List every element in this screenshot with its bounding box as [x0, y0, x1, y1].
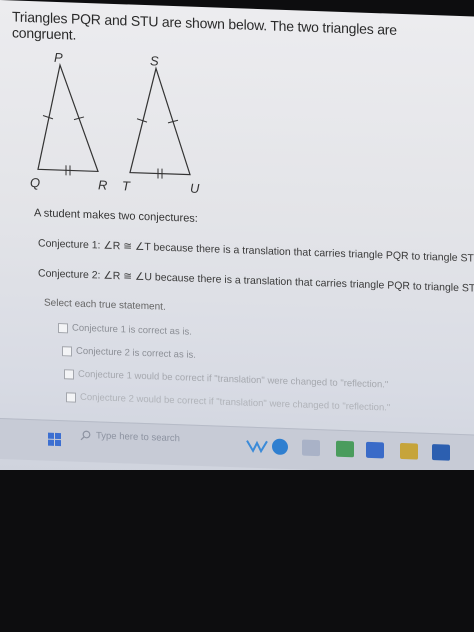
- widgets-icon[interactable]: [246, 438, 268, 455]
- tick-pq: [42, 115, 54, 120]
- mail-icon[interactable]: [366, 441, 384, 459]
- label-q: Q: [30, 175, 40, 190]
- search-placeholder: Type here to search: [96, 430, 180, 445]
- checkbox[interactable]: [62, 345, 72, 357]
- triangles-figure: P Q R S T U: [30, 50, 200, 196]
- triangle-pqr: [37, 62, 99, 173]
- app-icon[interactable]: [432, 444, 450, 461]
- conjecture-2: Conjecture 2: ∠R ≅ ∠U because there is a…: [38, 267, 474, 295]
- screen: Triangles PQR and STU are shown below. T…: [0, 0, 474, 487]
- label-s: S: [150, 53, 159, 68]
- option-label: Conjecture 1 is correct as is.: [72, 322, 192, 338]
- search-icon: [80, 430, 91, 441]
- checkbox[interactable]: [64, 368, 74, 380]
- option-label: Conjecture 1 would be correct if "transl…: [78, 368, 389, 391]
- option-label: Conjecture 2 is correct as is.: [76, 345, 196, 361]
- tick-st: [136, 118, 148, 123]
- taskbar: Type here to search: [0, 418, 474, 476]
- option-3[interactable]: Conjecture 1 would be correct if "transl…: [64, 368, 389, 391]
- select-label: Select each true statement.: [44, 297, 166, 313]
- store-icon[interactable]: [400, 442, 418, 460]
- option-4[interactable]: Conjecture 2 would be correct if "transl…: [66, 391, 391, 414]
- prompt-text: A student makes two conjectures:: [34, 207, 198, 225]
- problem-title: Triangles PQR and STU are shown below. T…: [12, 8, 397, 43]
- file-explorer-icon[interactable]: [336, 440, 354, 458]
- desk-background: [0, 470, 474, 632]
- checkbox[interactable]: [58, 322, 68, 333]
- taskbar-search[interactable]: Type here to search: [80, 430, 180, 444]
- task-view-icon[interactable]: [302, 439, 320, 457]
- label-t: T: [122, 178, 131, 193]
- option-1[interactable]: Conjecture 1 is correct as is.: [58, 322, 192, 338]
- option-2[interactable]: Conjecture 2 is correct as is.: [62, 345, 196, 361]
- label-p: P: [54, 50, 63, 65]
- triangle-stu: [129, 66, 191, 176]
- conjecture-1: Conjecture 1: ∠R ≅ ∠T because there is a…: [38, 237, 474, 265]
- checkbox[interactable]: [66, 391, 76, 403]
- option-label: Conjecture 2 would be correct if "transl…: [80, 391, 391, 414]
- edge-browser-icon[interactable]: [272, 438, 288, 456]
- label-r: R: [98, 177, 107, 192]
- windows-start-icon[interactable]: [48, 432, 62, 447]
- label-u: U: [190, 181, 200, 196]
